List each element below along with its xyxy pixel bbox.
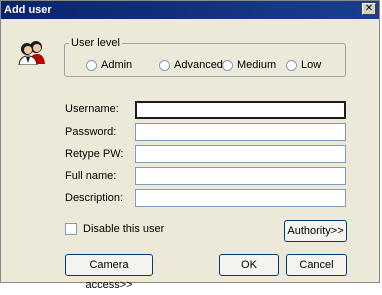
user-level-legend: User level (69, 36, 122, 50)
radio-advanced[interactable]: Advanced (159, 58, 223, 72)
close-icon: ✕ (364, 3, 374, 14)
retype-pw-label: Retype PW: (65, 148, 124, 160)
radio-circle[interactable] (159, 59, 170, 71)
radio-admin-label: Admin (101, 59, 133, 71)
full-name-label: Full name: (65, 170, 117, 182)
description-input[interactable] (135, 189, 346, 207)
add-user-dialog: Add user ✕ User level Admin Advanced Med… (0, 0, 380, 291)
ok-button[interactable]: OK (219, 254, 279, 276)
close-button[interactable]: ✕ (362, 3, 376, 15)
username-label: Username: (65, 103, 119, 115)
disable-user-option[interactable]: Disable this user (65, 223, 164, 235)
disable-user-label: Disable this user (83, 223, 165, 235)
radio-advanced-label: Advanced (174, 59, 223, 71)
radio-circle[interactable] (86, 59, 97, 71)
radio-low[interactable]: Low (286, 58, 321, 72)
full-name-input[interactable] (135, 167, 346, 185)
password-label: Password: (65, 126, 117, 138)
radio-circle[interactable] (286, 59, 297, 71)
authority-button[interactable]: Authority>> (284, 220, 347, 242)
user-level-group: User level Admin Advanced Medium Low (64, 36, 346, 77)
radio-medium[interactable]: Medium (222, 58, 276, 72)
disable-user-checkbox[interactable] (65, 223, 77, 235)
password-input[interactable] (135, 123, 346, 141)
camera-access-button[interactable]: Camera access>> (65, 254, 153, 291)
cancel-button[interactable]: Cancel (286, 254, 347, 276)
radio-medium-label: Medium (237, 59, 277, 71)
dialog-title: Add user (4, 4, 52, 16)
retype-pw-input[interactable] (135, 145, 346, 163)
title-bar[interactable]: Add user ✕ (1, 1, 379, 19)
radio-circle[interactable] (222, 59, 233, 71)
username-input[interactable] (135, 101, 346, 119)
users-icon (18, 41, 45, 65)
radio-admin[interactable]: Admin (86, 58, 132, 72)
description-label: Description: (65, 192, 124, 204)
radio-low-label: Low (301, 59, 322, 71)
